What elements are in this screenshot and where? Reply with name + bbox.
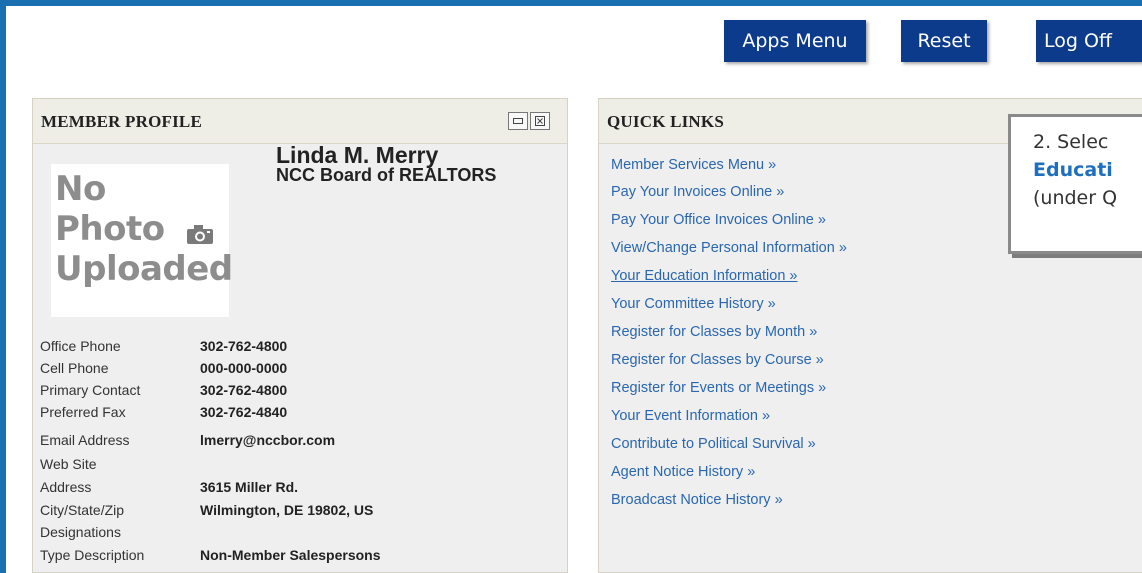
close-button[interactable] <box>530 112 550 130</box>
callout-highlight: Educati <box>1033 159 1113 181</box>
quick-link-committee-history[interactable]: Your Committee History » <box>611 296 776 312</box>
field-label: Primary Contact <box>40 382 141 398</box>
member-profile-panel: MEMBER PROFILE No Photo Uploaded Linda M… <box>32 98 568 573</box>
quick-links-title: QUICK LINKS <box>607 112 724 131</box>
member-profile-header: MEMBER PROFILE <box>33 99 567 144</box>
field-label: Web Site <box>40 456 97 472</box>
field-label: Office Phone <box>40 338 121 354</box>
quick-link-classes-by-month[interactable]: Register for Classes by Month » <box>611 324 817 340</box>
field-value: 302-762-4800 <box>200 382 288 398</box>
callout-line: (under Q <box>1033 187 1118 209</box>
quick-link-agent-notice-history[interactable]: Agent Notice History » <box>611 464 755 480</box>
field-value: 000-000-0000 <box>200 360 288 376</box>
photo-text-line: Uploaded <box>55 249 233 289</box>
member-profile-title: MEMBER PROFILE <box>41 112 202 131</box>
quick-link-pay-invoices[interactable]: Pay Your Invoices Online » <box>611 184 784 200</box>
quick-link-broadcast-notice-history[interactable]: Broadcast Notice History » <box>611 492 783 508</box>
close-icon <box>535 116 545 126</box>
field-value: Non-Member Salespersons <box>200 547 381 563</box>
instruction-callout: 2. Selec Educati (under Q <box>1008 114 1142 254</box>
field-label: Preferred Fax <box>40 404 126 420</box>
profile-name: Linda M. Merry <box>276 142 439 168</box>
quick-link-education-information[interactable]: Your Education Information » <box>611 268 797 284</box>
quick-link-pay-office-invoices[interactable]: Pay Your Office Invoices Online » <box>611 212 826 228</box>
field-label: Email Address <box>40 432 130 448</box>
quick-link-member-services-menu[interactable]: Member Services Menu » <box>611 157 776 173</box>
minimize-icon <box>513 118 523 124</box>
reset-button[interactable]: Reset <box>901 20 987 62</box>
quick-link-classes-by-course[interactable]: Register for Classes by Course » <box>611 352 824 368</box>
callout-line: 2. Selec <box>1033 131 1109 153</box>
profile-organization: NCC Board of REALTORS <box>276 165 497 185</box>
field-label: Cell Phone <box>40 360 109 376</box>
minimize-button[interactable] <box>508 112 528 130</box>
quick-link-events-meetings[interactable]: Register for Events or Meetings » <box>611 380 826 396</box>
field-value: Wilmington, DE 19802, US <box>200 502 374 518</box>
log-off-button[interactable]: Log Off <box>1036 20 1142 62</box>
field-value: 302-762-4800 <box>200 338 288 354</box>
email-value: lmerry@nccbor.com <box>200 432 336 448</box>
field-value: 3615 Miller Rd. <box>200 479 299 495</box>
camera-icon <box>187 225 213 244</box>
field-label: Designations <box>40 524 121 540</box>
profile-photo-placeholder: No Photo Uploaded <box>51 164 233 317</box>
photo-text-line: No <box>55 169 106 209</box>
quick-link-event-information[interactable]: Your Event Information » <box>611 408 770 424</box>
field-value: 302-762-4840 <box>200 404 288 420</box>
quick-link-personal-information[interactable]: View/Change Personal Information » <box>611 240 847 256</box>
quick-link-political-survival[interactable]: Contribute to Political Survival » <box>611 436 816 452</box>
field-label: City/State/Zip <box>40 502 125 518</box>
field-label: Type Description <box>40 547 145 563</box>
apps-menu-button[interactable]: Apps Menu <box>724 20 866 62</box>
field-label: Address <box>40 479 92 495</box>
photo-text-line: Photo <box>55 209 165 249</box>
